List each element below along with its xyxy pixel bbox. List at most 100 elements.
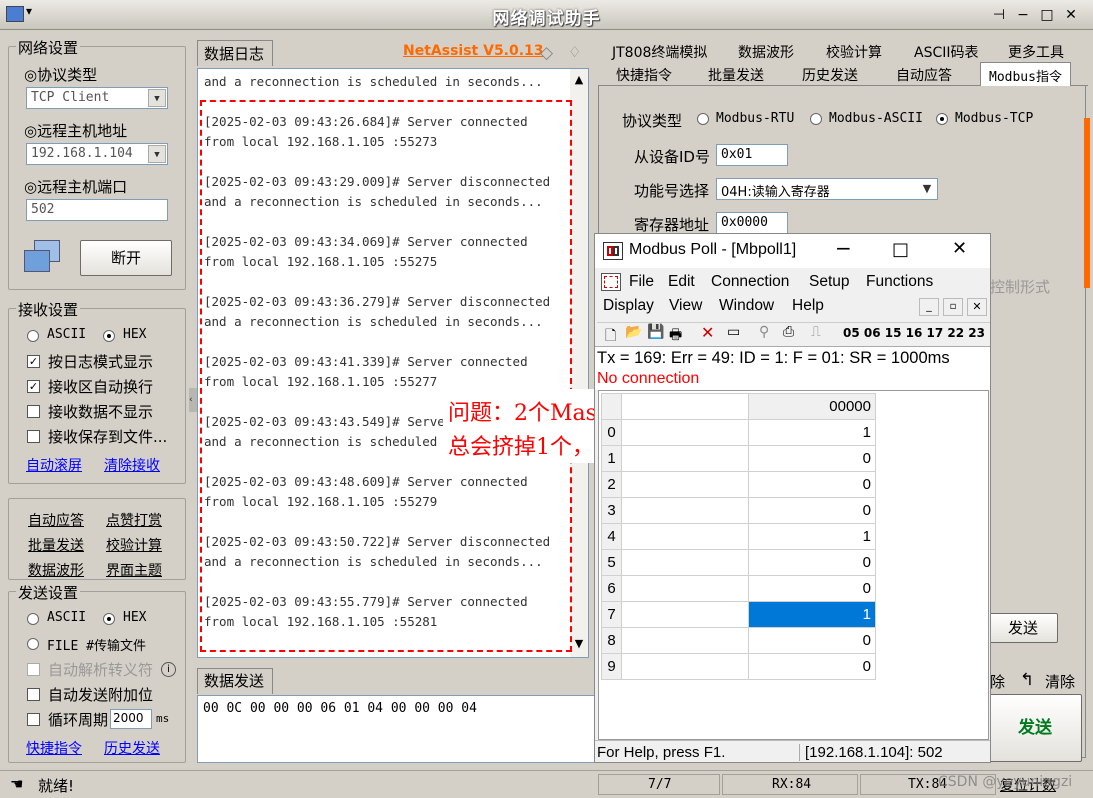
mp-menu-help[interactable]: Help <box>792 297 824 315</box>
log-mode-checkbox[interactable]: ✓ <box>27 355 40 368</box>
waveform-link[interactable]: 数据波形 <box>28 560 84 580</box>
connect-icon[interactable]: ⚲ <box>759 324 769 340</box>
row-value-cell[interactable]: 1 <box>748 523 876 550</box>
row-value-cell[interactable]: 1 <box>748 601 876 628</box>
protocol-select[interactable]: TCP Client ▼ <box>26 87 168 109</box>
host-select[interactable]: 192.168.1.104 ▼ <box>26 143 168 165</box>
scroll-up-icon[interactable]: ▲ <box>570 73 588 86</box>
row-alias-cell[interactable] <box>621 445 749 472</box>
mp-menu-connection[interactable]: Connection <box>711 273 789 291</box>
mp-menu-window[interactable]: Window <box>719 297 774 315</box>
close-button[interactable]: ✕ <box>1060 5 1082 25</box>
bell-icon[interactable]: ♢ <box>568 43 581 61</box>
pulse-icon[interactable]: ⎍ <box>811 324 821 340</box>
auto-wrap-checkbox[interactable]: ✓ <box>27 380 40 393</box>
clear-recv-link[interactable]: 清除接收 <box>104 455 160 475</box>
row-value-cell[interactable]: 0 <box>748 445 876 472</box>
minimize-button[interactable]: − <box>1012 5 1034 25</box>
send-ascii-radio[interactable] <box>27 613 39 625</box>
function-codes[interactable]: 05 06 15 16 17 22 23 <box>843 326 985 340</box>
tab-jt808[interactable]: JT808终端模拟 <box>612 42 707 62</box>
row-alias-cell[interactable] <box>621 575 749 602</box>
info-icon[interactable]: i <box>161 662 176 677</box>
mp-child-close[interactable]: ✕ <box>967 298 987 316</box>
tab-more-tools[interactable]: 更多工具 <box>1008 42 1064 62</box>
row-value-cell[interactable]: 0 <box>748 497 876 524</box>
window-icon[interactable]: ▭ <box>727 324 740 340</box>
maximize-button[interactable]: □ <box>1036 5 1058 25</box>
chevron-down-icon[interactable]: ▼ <box>918 180 936 198</box>
row-value-cell[interactable]: 0 <box>748 627 876 654</box>
clear-label[interactable]: 清除 <box>1045 671 1075 692</box>
table-row[interactable]: 80 <box>601 627 876 654</box>
rtu-radio[interactable] <box>697 113 709 125</box>
row-value-cell[interactable]: 0 <box>748 549 876 576</box>
mp-minimize-button[interactable]: − <box>835 236 852 260</box>
undo-icon[interactable]: ↰ <box>1020 670 1034 690</box>
table-row[interactable]: 41 <box>601 523 876 550</box>
row-alias-cell[interactable] <box>621 471 749 498</box>
row-alias-cell[interactable] <box>621 627 749 654</box>
tab-checksum[interactable]: 校验计算 <box>826 42 882 62</box>
delete-icon[interactable]: ✕ <box>701 323 714 342</box>
mp-doc-icon[interactable] <box>601 273 621 291</box>
send-button[interactable]: 发送 <box>988 694 1082 762</box>
escape-checkbox[interactable] <box>27 663 40 676</box>
collapse-handle[interactable]: ‹ <box>189 388 197 412</box>
send-textarea[interactable]: 00 0C 00 00 00 06 01 04 00 00 00 04 <box>197 695 595 763</box>
loop-checkbox[interactable] <box>27 713 40 726</box>
table-row[interactable]: 50 <box>601 549 876 576</box>
auto-reply-link[interactable]: 自动应答 <box>28 510 84 530</box>
mp-child-minimize[interactable]: _ <box>919 298 939 316</box>
table-row[interactable]: 71 <box>601 601 876 628</box>
diamond-icon[interactable]: ◇ <box>540 43 553 63</box>
mp-menu-setup[interactable]: Setup <box>809 273 850 291</box>
port-input[interactable]: 502 <box>26 199 168 221</box>
append-checkbox[interactable] <box>27 688 40 701</box>
row-alias-cell[interactable] <box>621 497 749 524</box>
mp-maximize-button[interactable]: □ <box>892 239 909 260</box>
quick-cmd-link[interactable]: 快捷指令 <box>26 738 82 758</box>
remove-label[interactable]: 除 <box>990 671 1005 692</box>
send-hex-radio[interactable] <box>103 613 115 625</box>
checksum-link[interactable]: 校验计算 <box>106 535 162 555</box>
row-alias-cell[interactable] <box>621 419 749 446</box>
recv-hex-radio[interactable] <box>103 330 115 342</box>
table-row[interactable]: 20 <box>601 471 876 498</box>
mp-menu-edit[interactable]: Edit <box>668 273 695 291</box>
open-icon[interactable]: 📂 <box>625 324 642 340</box>
mp-close-button[interactable]: ✕ <box>952 238 967 259</box>
tab-ascii[interactable]: ASCII码表 <box>914 42 979 62</box>
table-row[interactable]: 10 <box>601 445 876 472</box>
tab-quick-cmd[interactable]: 快捷指令 <box>616 65 672 85</box>
send-file-radio[interactable] <box>27 638 39 650</box>
row-alias-cell[interactable] <box>621 601 749 628</box>
scroll-down-icon[interactable]: ▼ <box>570 637 588 650</box>
batch-send-link[interactable]: 批量发送 <box>28 535 84 555</box>
mp-menu-view[interactable]: View <box>669 297 702 315</box>
table-row[interactable]: 01 <box>601 419 876 446</box>
hide-recv-checkbox[interactable] <box>27 405 40 418</box>
mp-menu-functions[interactable]: Functions <box>866 273 933 291</box>
row-value-cell[interactable]: 0 <box>748 471 876 498</box>
save-icon[interactable]: 💾 <box>647 324 664 340</box>
tab-batch-send[interactable]: 批量发送 <box>708 65 764 85</box>
tcp-radio[interactable] <box>936 113 948 125</box>
modbus-send-button[interactable]: 发送 <box>988 613 1058 643</box>
save-file-checkbox[interactable] <box>27 430 40 443</box>
pin-icon[interactable]: ⊣ <box>988 5 1010 25</box>
chevron-down-icon[interactable]: ▼ <box>148 145 166 163</box>
mp-child-restore[interactable]: ▫ <box>943 298 963 316</box>
auto-scroll-link[interactable]: 自动滚屏 <box>26 455 82 475</box>
row-alias-cell[interactable] <box>621 549 749 576</box>
monitor-icon[interactable]: ⎙ <box>783 324 794 340</box>
reg-input[interactable]: 0x0000 <box>716 212 788 234</box>
recv-ascii-radio[interactable] <box>27 330 39 342</box>
tab-auto-reply[interactable]: 自动应答 <box>896 65 952 85</box>
print-icon[interactable]: 🖶 <box>669 324 682 348</box>
mp-menu-file[interactable]: File <box>629 273 654 291</box>
log-area[interactable]: and a reconnection is scheduled in secon… <box>197 68 589 658</box>
disconnect-button[interactable]: 断开 <box>80 240 172 276</box>
ascii-radio[interactable] <box>810 113 822 125</box>
table-row[interactable]: 60 <box>601 575 876 602</box>
